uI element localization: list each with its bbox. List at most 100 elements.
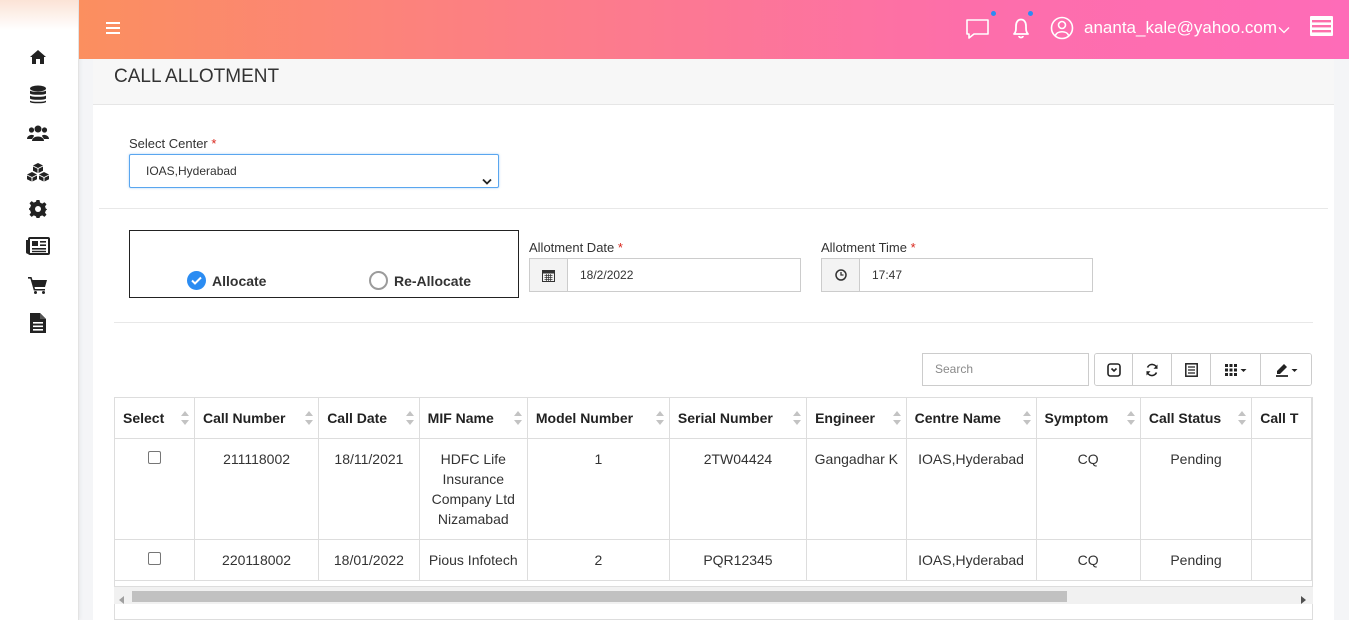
column-header[interactable]: Call Status	[1140, 398, 1253, 439]
call-number-cell: 220118002	[194, 539, 320, 581]
column-header-label: Call T	[1260, 409, 1299, 426]
mif-name-cell: HDFC Life Insurance Company Ltd Nizamaba…	[419, 438, 528, 540]
sort-icon	[1022, 411, 1031, 428]
table-row: 211118002 18/11/2021 HDFC Life Insurance…	[115, 438, 1312, 540]
engineer-cell	[806, 539, 907, 581]
radio-empty-icon	[369, 271, 388, 290]
chat-icon[interactable]	[964, 11, 996, 42]
table-toolbar	[1094, 353, 1312, 386]
allocate-radio[interactable]: Allocate	[187, 271, 266, 290]
sort-icon	[1238, 411, 1247, 428]
app-menu-icon[interactable]	[1310, 16, 1333, 36]
column-header[interactable]: Model Number	[527, 398, 670, 439]
sort-icon	[793, 411, 802, 428]
allotment-date-label-text: Allotment Date	[529, 240, 615, 255]
call-status-cell: Pending	[1140, 438, 1253, 540]
calendar-icon	[530, 259, 568, 291]
database-icon[interactable]	[26, 83, 50, 107]
user-email[interactable]: ananta_kale@yahoo.com	[1084, 18, 1277, 38]
model-number-cell: 2	[527, 539, 670, 581]
column-header-label: Engineer	[815, 409, 875, 426]
export-icon[interactable]	[1261, 354, 1311, 385]
column-header[interactable]: Serial Number	[669, 398, 808, 439]
sort-icon	[305, 411, 314, 428]
allotment-time-value[interactable]: 17:47	[860, 259, 1092, 291]
table-header-row: Select Call Number Call Date MIF Name Mo…	[115, 398, 1312, 439]
column-header[interactable]: Select	[115, 398, 195, 439]
row-checkbox[interactable]	[147, 450, 161, 464]
chevron-down-icon	[482, 166, 492, 198]
column-header-label: Symptom	[1044, 409, 1109, 426]
sort-icon	[180, 411, 189, 428]
allotment-date-field[interactable]: 18/2/2022	[529, 258, 801, 292]
column-header-label: Call Status	[1148, 409, 1222, 426]
column-header[interactable]: Engineer	[806, 398, 907, 439]
cart-icon[interactable]	[26, 273, 50, 297]
column-header-label: Call Number	[202, 409, 286, 426]
row-checkbox[interactable]	[147, 551, 161, 565]
centre-name-cell: IOAS,Hyderabad	[906, 438, 1037, 540]
call-type-cell	[1251, 539, 1312, 581]
column-header-label: Serial Number	[677, 409, 773, 426]
search-input[interactable]: Search	[922, 353, 1089, 386]
select-cell	[115, 438, 195, 540]
table-row: 220118002 18/01/2022 Pious Infotech 2 PQ…	[115, 539, 1312, 581]
allocate-label: Allocate	[212, 272, 267, 289]
horizontal-scrollbar[interactable]	[114, 586, 1313, 604]
required-mark: *	[617, 240, 623, 255]
topbar: ananta_kale@yahoo.com	[79, 0, 1349, 59]
sort-icon	[892, 411, 901, 428]
select-cell	[115, 539, 195, 581]
center-select[interactable]: IOAS,Hyderabad	[129, 154, 499, 188]
users-icon[interactable]	[26, 121, 50, 145]
column-header[interactable]: Call Date	[318, 398, 420, 439]
list-icon[interactable]	[1172, 354, 1211, 385]
reallocate-label: Re-Allocate	[394, 272, 472, 289]
divider	[114, 322, 1313, 323]
home-icon[interactable]	[26, 45, 50, 69]
engineer-cell: Gangadhar K	[806, 438, 907, 540]
column-header[interactable]: MIF Name	[419, 398, 528, 439]
column-header[interactable]: Call T	[1251, 398, 1312, 439]
bell-notification-dot	[1028, 11, 1033, 16]
bell-icon[interactable]	[1007, 11, 1035, 42]
symptom-cell: CQ	[1036, 539, 1141, 581]
column-header[interactable]: Call Number	[194, 398, 320, 439]
column-header[interactable]: Symptom	[1036, 398, 1141, 439]
chevron-down-icon[interactable]	[1278, 21, 1290, 39]
cubes-icon[interactable]	[26, 160, 50, 184]
mif-name-cell: Pious Infotech	[419, 539, 528, 581]
allotment-date-value[interactable]: 18/2/2022	[568, 259, 800, 291]
file-icon[interactable]	[26, 311, 50, 335]
hamburger-menu-icon[interactable]	[106, 22, 120, 36]
main-panel: CALL ALLOTMENT Select Center * IOAS,Hyde…	[93, 59, 1334, 620]
page-title: CALL ALLOTMENT	[93, 59, 1334, 105]
call-status-cell: Pending	[1140, 539, 1253, 581]
call-type-cell	[1251, 438, 1312, 540]
sort-icon	[1126, 411, 1135, 428]
model-number-cell: 1	[527, 438, 670, 540]
column-header-label: Call Date	[327, 409, 388, 426]
call-date-cell: 18/01/2022	[318, 539, 420, 581]
toggle-icon[interactable]	[1095, 354, 1133, 385]
refresh-icon[interactable]	[1133, 354, 1172, 385]
required-mark: *	[211, 136, 217, 151]
gear-icon[interactable]	[26, 197, 50, 221]
divider	[99, 208, 1328, 209]
reallocate-radio[interactable]: Re-Allocate	[369, 271, 471, 290]
call-number-cell: 211118002	[194, 438, 320, 540]
newspaper-icon[interactable]	[26, 234, 50, 258]
scrollbar-thumb[interactable]	[132, 591, 1067, 602]
allocation-type-group: Allocate Re-Allocate	[129, 230, 519, 298]
columns-icon[interactable]	[1211, 354, 1261, 385]
column-header[interactable]: Centre Name	[906, 398, 1037, 439]
scroll-right-icon[interactable]	[1300, 591, 1306, 609]
user-icon[interactable]	[1048, 14, 1076, 42]
allotment-time-label: Allotment Time *	[821, 240, 916, 255]
scroll-left-icon[interactable]	[119, 591, 125, 609]
serial-number-cell: 2TW04424	[669, 438, 808, 540]
symptom-cell: CQ	[1036, 438, 1141, 540]
allotment-time-field[interactable]: 17:47	[821, 258, 1093, 292]
column-header-label: MIF Name	[427, 409, 494, 426]
sort-icon	[405, 411, 414, 428]
